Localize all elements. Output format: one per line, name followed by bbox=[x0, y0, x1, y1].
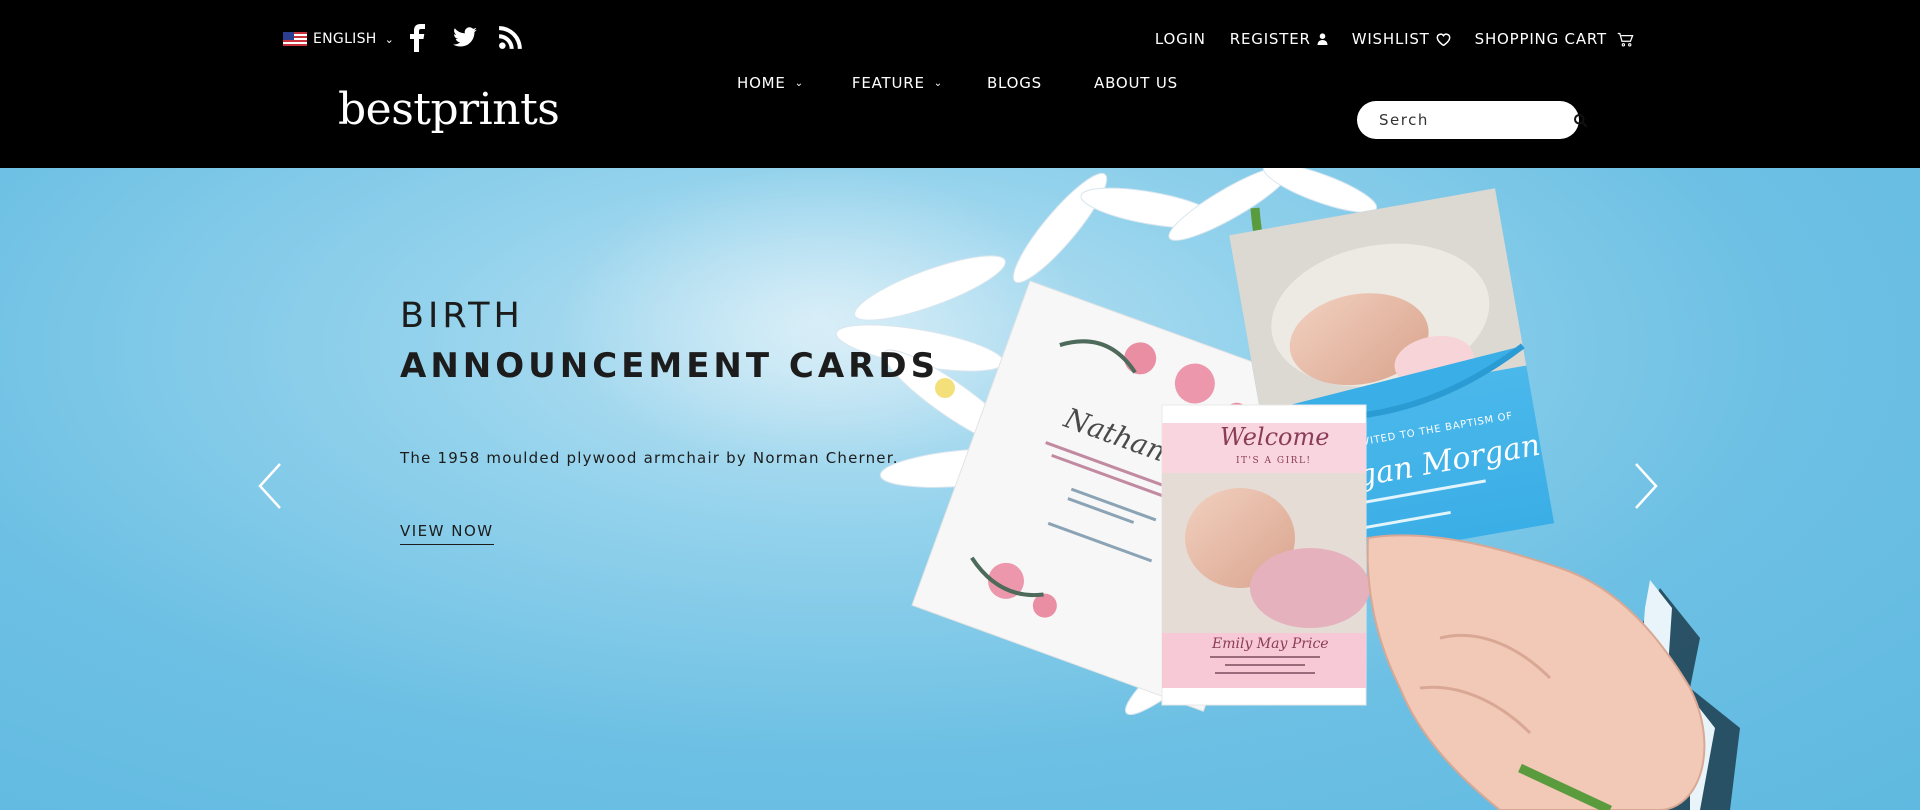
nav-item-home[interactable]: HOME ⌄ bbox=[737, 74, 804, 92]
shopping-cart-label: SHOPPING CART bbox=[1474, 30, 1607, 48]
main-nav: HOME ⌄ FEATURE ⌄ BLOGS ABOUT US bbox=[737, 74, 1178, 92]
cart-icon bbox=[1617, 32, 1634, 47]
nav-item-blogs[interactable]: BLOGS bbox=[987, 74, 1042, 92]
user-icon bbox=[1317, 33, 1328, 45]
account-nav: LOGIN REGISTER WISHLIST SHOPPING CART bbox=[1155, 30, 1634, 48]
facebook-icon[interactable] bbox=[408, 24, 428, 52]
language-selector[interactable]: ENGLISH ⌄ bbox=[283, 31, 394, 47]
baby-name: Emily May Price bbox=[1211, 636, 1329, 652]
twitter-icon[interactable] bbox=[452, 24, 478, 50]
register-label: REGISTER bbox=[1229, 30, 1311, 48]
login-link[interactable]: LOGIN bbox=[1155, 30, 1206, 48]
nav-about-label: ABOUT US bbox=[1094, 74, 1178, 92]
chevron-down-icon: ⌄ bbox=[933, 77, 943, 89]
chevron-down-icon: ⌄ bbox=[794, 77, 804, 89]
welcome-card-sub: IT'S A GIRL! bbox=[1236, 456, 1312, 466]
next-slide-arrow-icon[interactable] bbox=[1632, 462, 1660, 510]
wishlist-label: WISHLIST bbox=[1351, 30, 1430, 48]
shopping-cart-link[interactable]: SHOPPING CART bbox=[1475, 30, 1634, 48]
welcome-card-title: Welcome bbox=[1220, 423, 1329, 451]
prev-slide-arrow-icon[interactable] bbox=[256, 462, 284, 510]
view-now-button[interactable]: VIEW NOW bbox=[400, 522, 494, 545]
us-flag-icon bbox=[283, 32, 307, 46]
heart-icon bbox=[1436, 32, 1451, 46]
search-box bbox=[1357, 101, 1588, 139]
nav-blogs-label: BLOGS bbox=[986, 74, 1043, 92]
search-input[interactable] bbox=[1379, 111, 1573, 129]
hero-slider: Nathan & Emily YOU ARE INVITED TO THE BA… bbox=[0, 168, 1920, 810]
baptism-invite-text: YOU ARE INVITED TO THE BAPTISM OF bbox=[1296, 411, 1514, 460]
search-icon[interactable] bbox=[1573, 113, 1588, 128]
hero-title-line-2: ANNOUNCEMENT CARDS bbox=[400, 346, 940, 386]
language-label: ENGLISH bbox=[313, 31, 377, 47]
chevron-down-icon: ⌄ bbox=[384, 32, 394, 46]
hero-subtitle: The 1958 moulded plywood armchair by Nor… bbox=[400, 449, 899, 467]
wedding-card-names: Nathan & Emily bbox=[1059, 401, 1287, 511]
nav-item-about-us[interactable]: ABOUT US bbox=[1094, 74, 1178, 92]
site-logo[interactable]: bestprints bbox=[338, 88, 560, 132]
nav-item-feature[interactable]: FEATURE ⌄ bbox=[852, 74, 943, 92]
wishlist-link[interactable]: WISHLIST bbox=[1352, 30, 1451, 48]
site-header: ENGLISH ⌄ LOGIN REGISTER WISHLIST SHOPPI… bbox=[0, 0, 1920, 168]
register-link[interactable]: REGISTER bbox=[1230, 30, 1328, 48]
nav-home-label: HOME bbox=[737, 74, 786, 92]
nav-feature-label: FEATURE bbox=[851, 74, 925, 92]
hero-title-line-1: BIRTH bbox=[400, 296, 524, 336]
baptism-name: Negan Morgan bbox=[1310, 428, 1543, 502]
login-label: LOGIN bbox=[1154, 30, 1206, 48]
rss-icon[interactable] bbox=[498, 24, 524, 50]
